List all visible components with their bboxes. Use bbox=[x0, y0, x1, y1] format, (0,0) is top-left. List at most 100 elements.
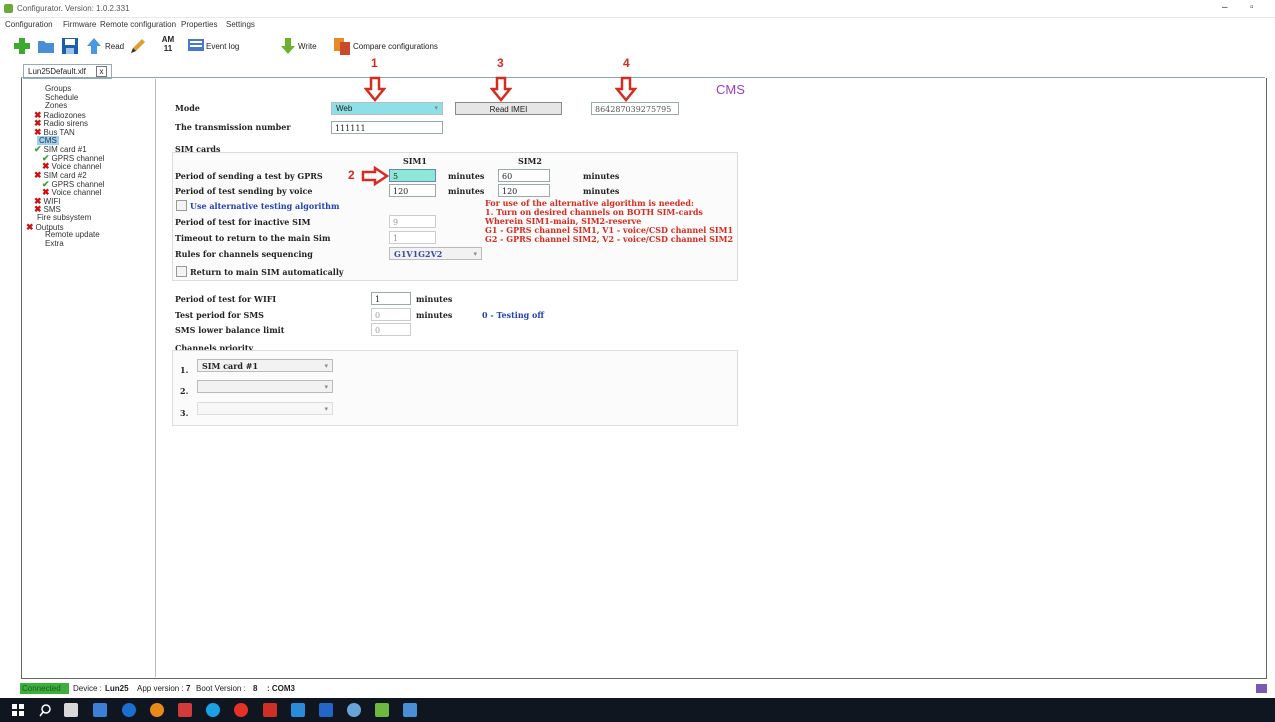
chevron-down-icon: ▾ bbox=[324, 383, 328, 391]
error-x-icon: ✖ bbox=[26, 221, 34, 232]
am-button[interactable]: AM 11 bbox=[160, 35, 176, 53]
port-value: : COM3 bbox=[267, 684, 295, 693]
tab-close-icon[interactable]: x bbox=[96, 66, 107, 77]
connection-status-badge: Connected bbox=[20, 683, 69, 694]
pdf-reader-icon[interactable] bbox=[263, 703, 277, 717]
imei-field[interactable]: 864287039275795 bbox=[591, 102, 679, 115]
word-icon[interactable] bbox=[319, 703, 333, 717]
error-x-icon: ✖ bbox=[34, 170, 42, 180]
window-title: Configurator. Version: 1.0.2.331 bbox=[17, 4, 130, 13]
windows-start-icon[interactable] bbox=[11, 703, 25, 717]
pencil-icon[interactable] bbox=[128, 36, 148, 56]
mode-select[interactable]: Web ▾ bbox=[331, 102, 443, 115]
app-red-icon[interactable] bbox=[178, 703, 192, 717]
menu-settings[interactable]: Settings bbox=[226, 20, 255, 29]
edge-browser-icon[interactable] bbox=[122, 703, 136, 717]
gprs-sim1-input[interactable]: 5 bbox=[389, 169, 436, 182]
return-main-sim-checkbox[interactable] bbox=[176, 266, 187, 277]
device-label: Device : bbox=[73, 684, 102, 693]
taskbar bbox=[0, 698, 1275, 722]
event-log-icon[interactable] bbox=[186, 36, 206, 56]
annotation-arrow-down-3 bbox=[490, 76, 512, 102]
network-icon[interactable] bbox=[347, 703, 361, 717]
menu-firmware[interactable]: Firmware bbox=[63, 20, 96, 29]
open-folder-icon[interactable] bbox=[36, 36, 56, 56]
annotation-arrow-down-4 bbox=[615, 76, 637, 102]
write-label[interactable]: Write bbox=[298, 42, 317, 51]
annotation-1: 1 bbox=[371, 56, 378, 70]
return-main-sim-label: Return to main SIM automatically bbox=[190, 267, 344, 277]
sim1-header: SIM1 bbox=[403, 156, 427, 166]
priority-2-select[interactable]: ▾ bbox=[197, 380, 333, 393]
app-icon bbox=[4, 4, 13, 13]
rules-label: Rules for channels sequencing bbox=[175, 249, 313, 259]
menu-configuration[interactable]: Configuration bbox=[5, 20, 53, 29]
menu-properties[interactable]: Properties bbox=[181, 20, 217, 29]
timeout-label: Timeout to return to the main Sim bbox=[175, 233, 331, 243]
gprs-sim1-minutes: minutes bbox=[448, 171, 485, 181]
annotation-arrow-down-1 bbox=[364, 76, 386, 102]
calculator-icon[interactable] bbox=[64, 703, 78, 717]
sms-balance-input[interactable]: 0 bbox=[371, 323, 411, 336]
sidebar-tree: Groups Schedule Zones ✖ Radiozones ✖ Radio sir… bbox=[22, 79, 156, 677]
voice-sim1-input[interactable]: 120 bbox=[389, 184, 436, 197]
event-log-label[interactable]: Event log bbox=[206, 42, 239, 51]
voice-sim2-minutes: minutes bbox=[583, 186, 620, 196]
boot-version-value: 8 bbox=[253, 684, 258, 693]
wifi-period-label: Period of test for WIFI bbox=[175, 294, 277, 304]
tab-title: Lun25Default.xlf bbox=[28, 67, 86, 76]
configurator-icon[interactable] bbox=[375, 703, 389, 717]
sim2-header: SIM2 bbox=[518, 156, 542, 166]
inactive-sim-input[interactable]: 9 bbox=[389, 215, 436, 228]
save-icon[interactable] bbox=[60, 36, 80, 56]
sidebar-item[interactable]: Extra bbox=[45, 239, 64, 248]
priority-3-number: 3. bbox=[180, 408, 189, 418]
priority-3-select[interactable]: ▾ bbox=[197, 402, 333, 415]
annotation-arrow-right-2 bbox=[361, 166, 389, 186]
picture-viewer-icon[interactable] bbox=[291, 703, 305, 717]
transmission-input[interactable]: 111111 bbox=[331, 121, 443, 134]
write-icon[interactable] bbox=[278, 36, 298, 56]
timeout-input[interactable]: 1 bbox=[389, 231, 436, 244]
checkmark-icon: ✔ bbox=[34, 144, 42, 155]
read-label[interactable]: Read bbox=[105, 42, 124, 51]
app-blue-icon[interactable] bbox=[403, 703, 417, 717]
voice-sim1-minutes: minutes bbox=[448, 186, 485, 196]
mode-label: Mode bbox=[175, 103, 200, 113]
read-icon[interactable] bbox=[84, 36, 104, 56]
read-imei-button[interactable]: Read IMEI bbox=[455, 102, 562, 115]
app-version-label: App version : bbox=[137, 684, 184, 693]
maximize-button[interactable]: ▫ bbox=[1250, 2, 1254, 13]
voice-sim2-input[interactable]: 120 bbox=[498, 184, 550, 197]
voice-period-label: Period of test sending by voice bbox=[175, 186, 313, 196]
chrome-browser-icon[interactable] bbox=[150, 703, 164, 717]
skype-icon[interactable] bbox=[206, 703, 220, 717]
sidebar-item-label: Extra bbox=[45, 238, 64, 248]
toolbar: Read AM 11 Event log Write Compare confi… bbox=[0, 32, 1275, 60]
wifi-period-input[interactable]: 1 bbox=[371, 292, 411, 305]
menu-remote-configuration[interactable]: Remote configuration bbox=[100, 20, 176, 29]
chevron-down-icon: ▾ bbox=[324, 362, 328, 370]
annotation-4: 4 bbox=[623, 56, 630, 70]
minimize-button[interactable]: – bbox=[1222, 2, 1228, 13]
new-file-icon[interactable] bbox=[12, 36, 32, 56]
alt-algorithm-label[interactable]: Use alternative testing algorithm bbox=[190, 201, 339, 211]
search-icon[interactable] bbox=[38, 703, 52, 717]
alt-algorithm-checkbox[interactable] bbox=[176, 200, 187, 211]
rules-select[interactable]: G1V1G2V2 ▾ bbox=[389, 247, 482, 260]
priority-1-number: 1. bbox=[180, 365, 189, 375]
gprs-sim2-input[interactable]: 60 bbox=[498, 169, 550, 182]
app-version-value: 7 bbox=[186, 684, 191, 693]
chevron-down-icon: ▾ bbox=[324, 405, 328, 413]
menu-bar: Configuration Firmware Remote configurat… bbox=[0, 18, 1275, 32]
compare-icon[interactable] bbox=[332, 36, 352, 56]
priority-1-select[interactable]: SIM card #1 ▾ bbox=[197, 359, 333, 372]
annotation-3: 3 bbox=[497, 56, 504, 70]
status-bar: Connected Device : Lun25 App version : 7… bbox=[20, 681, 1275, 696]
compare-label[interactable]: Compare configurations bbox=[353, 42, 438, 51]
transmission-label: The transmission number bbox=[175, 122, 291, 132]
sms-period-input[interactable]: 0 bbox=[371, 308, 411, 321]
tray-icon[interactable] bbox=[1256, 684, 1267, 693]
mail-icon[interactable] bbox=[93, 703, 107, 717]
opera-icon[interactable] bbox=[234, 703, 248, 717]
